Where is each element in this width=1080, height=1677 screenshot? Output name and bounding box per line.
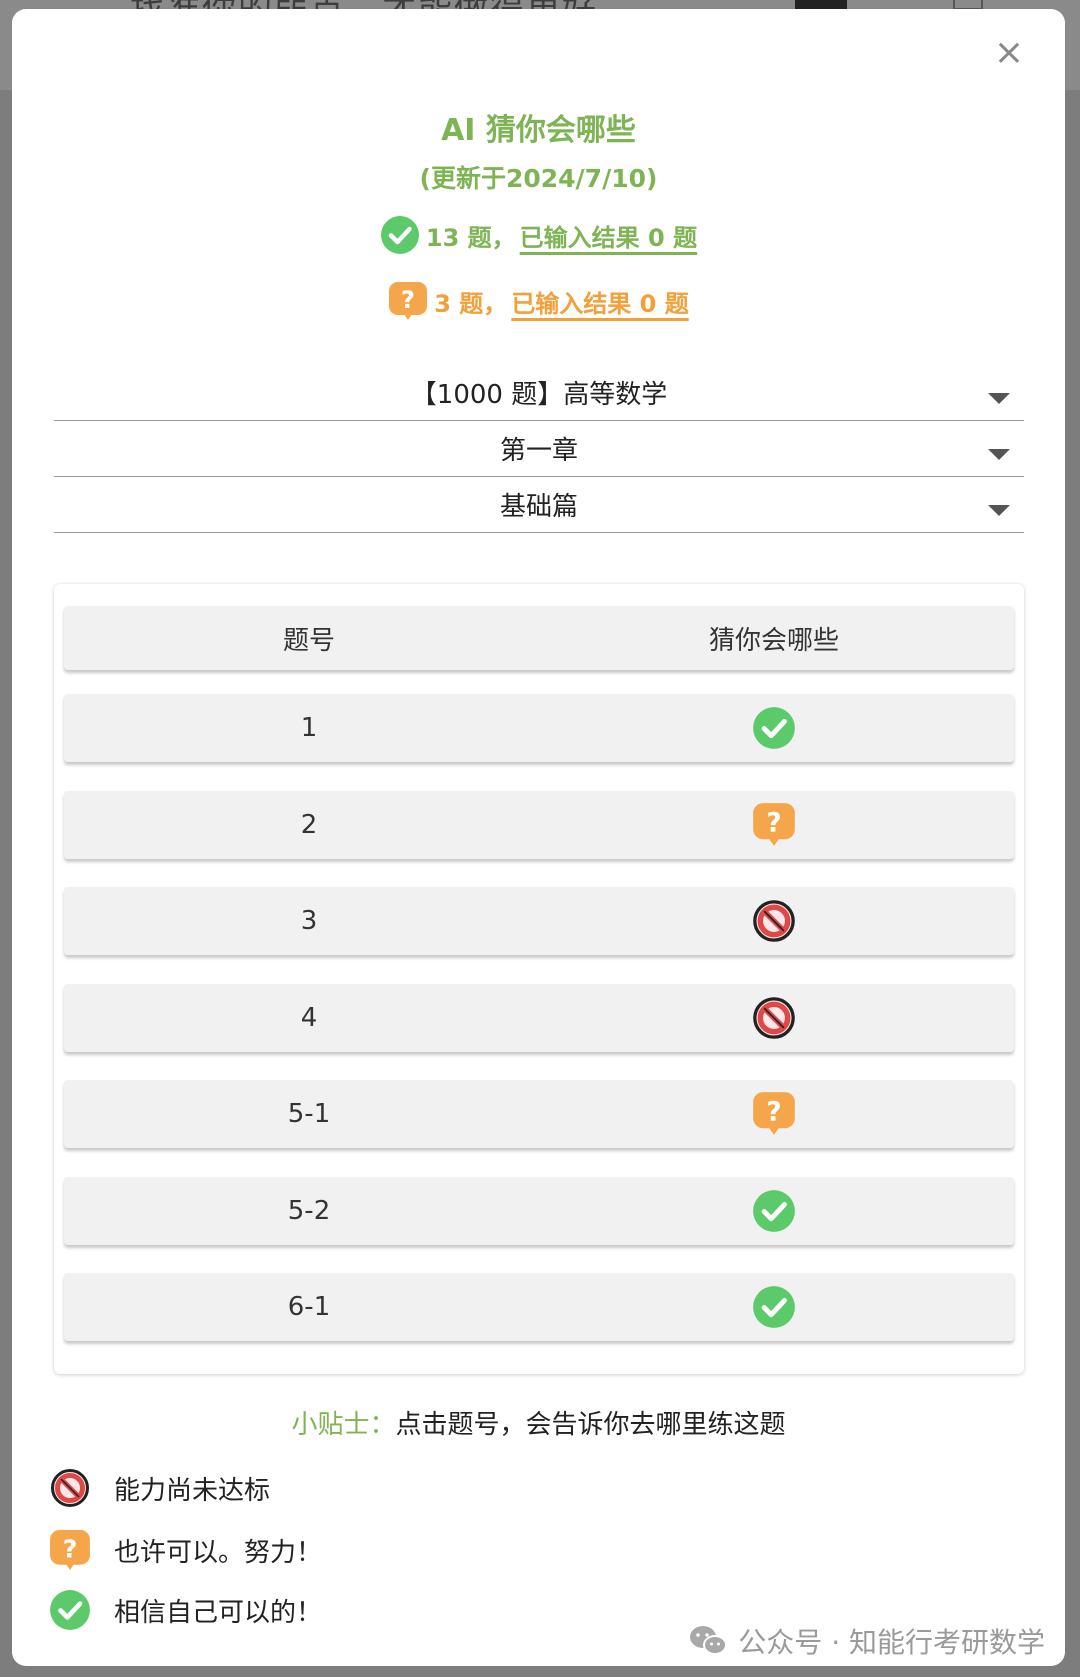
chevron-down-icon [988, 393, 1010, 404]
question-bubble-icon: ? [752, 802, 796, 848]
close-button[interactable]: × [989, 33, 1029, 73]
prohibited-icon [751, 995, 797, 1041]
guess-status [554, 1189, 994, 1233]
stat-confident: 13 题， 已输入结果 0 题 [12, 215, 1065, 255]
tip-label: 小贴士： [291, 1410, 396, 1440]
dialog-subtitle: (更新于2024/7/10) [419, 164, 658, 193]
chevron-down-icon [988, 449, 1010, 460]
question-bubble-icon: ? [388, 281, 428, 321]
question-id[interactable]: 5-2 [64, 1196, 554, 1226]
svg-text:?: ? [766, 808, 781, 838]
question-id[interactable]: 6-1 [64, 1292, 554, 1322]
stat-maybe-link[interactable]: 已输入结果 0 题 [511, 284, 688, 319]
question-bubble-icon: ? [48, 1529, 92, 1571]
svg-text:?: ? [63, 1534, 78, 1563]
check-circle-icon [752, 1189, 796, 1233]
dialog-title: AI 猜你会哪些 [441, 113, 636, 148]
stat-confident-count: 13 题， [425, 223, 516, 252]
table-row[interactable]: 3 [64, 887, 1014, 955]
table-header: 题号 猜你会哪些 [64, 606, 1014, 670]
legend-label-question: 也许可以。努力！ [114, 1537, 323, 1568]
legend-label-check: 相信自己可以的！ [114, 1597, 323, 1628]
tip-line: 小贴士：点击题号，会告诉你去哪里练这题 [12, 1404, 1065, 1441]
guess-status: ? [554, 1091, 994, 1137]
question-id[interactable]: 2 [64, 810, 554, 840]
question-id[interactable]: 3 [64, 906, 554, 936]
table-row[interactable]: 6-1 [64, 1273, 1014, 1341]
question-id[interactable]: 4 [64, 1003, 554, 1033]
guess-dialog: × AI 猜你会哪些 (更新于2024/7/10) 13 题， 已输入结果 0 … [12, 9, 1065, 1666]
question-id[interactable]: 5-1 [64, 1099, 554, 1129]
wechat-icon [688, 1624, 728, 1658]
check-circle-icon [380, 215, 420, 255]
table-row[interactable]: 1 [64, 694, 1014, 762]
legend-item-question: ? 也许可以。努力！ [48, 1529, 322, 1571]
table-row[interactable]: 5-1? [64, 1080, 1014, 1148]
chapter-select-value: 第一章 [499, 436, 578, 466]
stat-confident-link[interactable]: 已输入结果 0 题 [520, 218, 697, 253]
table-row[interactable]: 4 [64, 983, 1014, 1052]
question-table: 题号 猜你会哪些 1 2? 3 4 5-1? 5-2 6-1 [54, 584, 1024, 1374]
legend-item-no: 能力尚未达标 [48, 1467, 270, 1509]
tip-text: 点击题号，会告诉你去哪里练这题 [395, 1410, 786, 1440]
table-row[interactable]: 5-2 [64, 1176, 1014, 1245]
prohibited-icon [48, 1467, 92, 1509]
svg-text:?: ? [401, 286, 415, 314]
check-circle-icon [752, 706, 796, 750]
legend-item-check: 相信自己可以的！ [48, 1589, 322, 1631]
svg-text:?: ? [766, 1098, 781, 1128]
guess-status [554, 995, 994, 1041]
guess-status [554, 898, 994, 944]
book-select-value: 【1000 题】高等数学 [410, 380, 668, 410]
watermark-text: 公众号 · 知能行考研数学 [738, 1626, 1045, 1659]
chevron-down-icon [988, 505, 1010, 516]
guess-status [554, 1285, 994, 1329]
check-circle-icon [752, 1285, 796, 1329]
question-id[interactable]: 1 [64, 713, 554, 743]
guess-status: ? [554, 802, 994, 848]
column-header-id: 题号 [282, 625, 335, 656]
book-select[interactable]: 【1000 题】高等数学 [54, 365, 1024, 421]
guess-status [554, 706, 994, 750]
table-row[interactable]: 2? [64, 790, 1014, 859]
question-bubble-icon: ? [752, 1091, 796, 1137]
prohibited-icon [751, 898, 797, 944]
legend-label-no: 能力尚未达标 [114, 1475, 271, 1506]
chapter-select[interactable]: 第一章 [54, 421, 1024, 477]
check-circle-icon [48, 1589, 92, 1631]
stat-maybe: ? 3 题， 已输入结果 0 题 [12, 281, 1065, 321]
section-select[interactable]: 基础篇 [54, 477, 1024, 533]
watermark: 公众号 · 知能行考研数学 [688, 1621, 1045, 1661]
stat-maybe-count: 3 题， [434, 289, 508, 318]
column-header-guess: 猜你会哪些 [708, 625, 839, 656]
section-select-value: 基础篇 [499, 492, 578, 522]
